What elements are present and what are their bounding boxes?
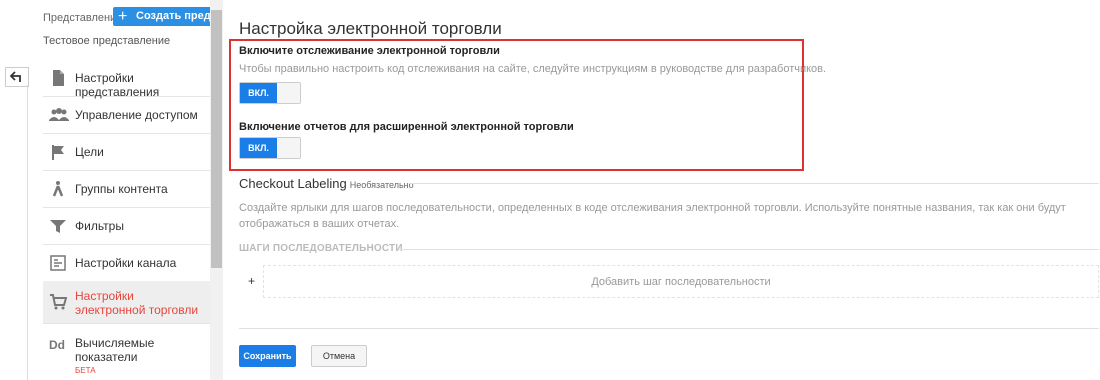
sidebar-item-label: Управление доступом	[75, 108, 198, 122]
enhanced-ecommerce-toggle[interactable]: ВКЛ.	[239, 137, 301, 159]
sidebar-item-filters[interactable]: Фильтры	[43, 207, 210, 245]
create-view-button[interactable]: + Создать представление	[113, 7, 221, 26]
add-funnel-step-button[interactable]: Добавить шаг последовательности	[263, 265, 1099, 298]
create-view-label: Создать представление	[136, 10, 221, 22]
view-label: Представление	[43, 12, 123, 24]
save-button[interactable]: Сохранить	[239, 345, 296, 367]
test-view-selector[interactable]: Тестовое представление	[43, 35, 170, 47]
sidebar-item-ecommerce-settings[interactable]: Настройки электронной торговли	[43, 281, 210, 324]
sidebar-scrollbar-thumb[interactable]	[211, 10, 222, 268]
sidebar-item-label: Фильтры	[75, 219, 124, 233]
funnel-steps-title: ШАГИ ПОСЛЕДОВАТЕЛЬНОСТИ	[239, 243, 403, 254]
person-walking-icon	[49, 180, 67, 198]
flag-icon	[49, 143, 67, 161]
sidebar-item-channel-settings[interactable]: Настройки канала	[43, 244, 210, 282]
checkout-title-text: Checkout Labeling	[239, 176, 347, 191]
toggle-on-label: ВКЛ.	[240, 138, 277, 158]
enhanced-ecommerce-title: Включение отчетов для расширенной электр…	[239, 121, 574, 133]
sidebar-item-label: Вычисляемые показатели	[75, 336, 155, 364]
ecommerce-tracking-title: Включите отслеживание электронной торгов…	[239, 45, 500, 57]
divider	[410, 183, 1099, 184]
sidebar-item-calculated-metrics[interactable]: Dd Вычисляемые показатели БЕТА	[43, 326, 210, 375]
plus-icon: +	[118, 8, 128, 25]
sidebar-item-label: Настройки канала	[75, 256, 177, 270]
divider	[239, 328, 1099, 329]
cancel-button[interactable]: Отмена	[311, 345, 367, 367]
people-icon	[49, 106, 69, 124]
checkout-labeling-desc: Создайте ярлыки для шагов последовательн…	[239, 202, 1066, 230]
divider	[398, 249, 1099, 250]
checkout-labeling-title: Checkout Labeling Необязательно	[239, 176, 414, 191]
ecommerce-tracking-toggle[interactable]: ВКЛ.	[239, 82, 301, 104]
sidebar-item-label: Цели	[75, 145, 104, 159]
sidebar-item-goals[interactable]: Цели	[43, 133, 210, 171]
optional-label: Необязательно	[349, 180, 414, 190]
sidebar-item-label: Настройки представления	[75, 71, 160, 99]
add-step-plus-icon[interactable]: +	[248, 274, 255, 288]
sidebar-item-label: Группы контента	[75, 182, 168, 196]
highlight-box	[229, 39, 804, 171]
back-arrow-icon[interactable]	[5, 67, 29, 87]
toggle-on-label: ВКЛ.	[240, 83, 277, 103]
toggle-knob	[277, 138, 300, 158]
dd-icon: Dd	[49, 338, 65, 352]
sidebar-item-label-wrap: Вычисляемые показатели БЕТА	[75, 336, 205, 378]
sidebar-item-view-settings[interactable]: Настройки представления	[43, 59, 210, 99]
channel-settings-icon	[49, 254, 67, 272]
sidebar-item-access-management[interactable]: Управление доступом	[43, 96, 210, 134]
toggle-knob	[277, 83, 300, 103]
sidebar-item-content-groups[interactable]: Группы контента	[43, 170, 210, 208]
sidebar-item-label: Настройки электронной торговли	[75, 289, 199, 317]
tree-line	[27, 85, 28, 380]
filter-icon	[49, 217, 67, 235]
beta-badge: БЕТА	[75, 366, 96, 375]
ecommerce-tracking-desc: Чтобы правильно настроить код отслеживан…	[239, 63, 827, 75]
cart-icon	[49, 293, 68, 311]
page-title: Настройка электронной торговли	[239, 19, 502, 38]
sidebar: Представление + Создать представление Тес…	[0, 0, 225, 380]
document-icon	[49, 69, 67, 87]
